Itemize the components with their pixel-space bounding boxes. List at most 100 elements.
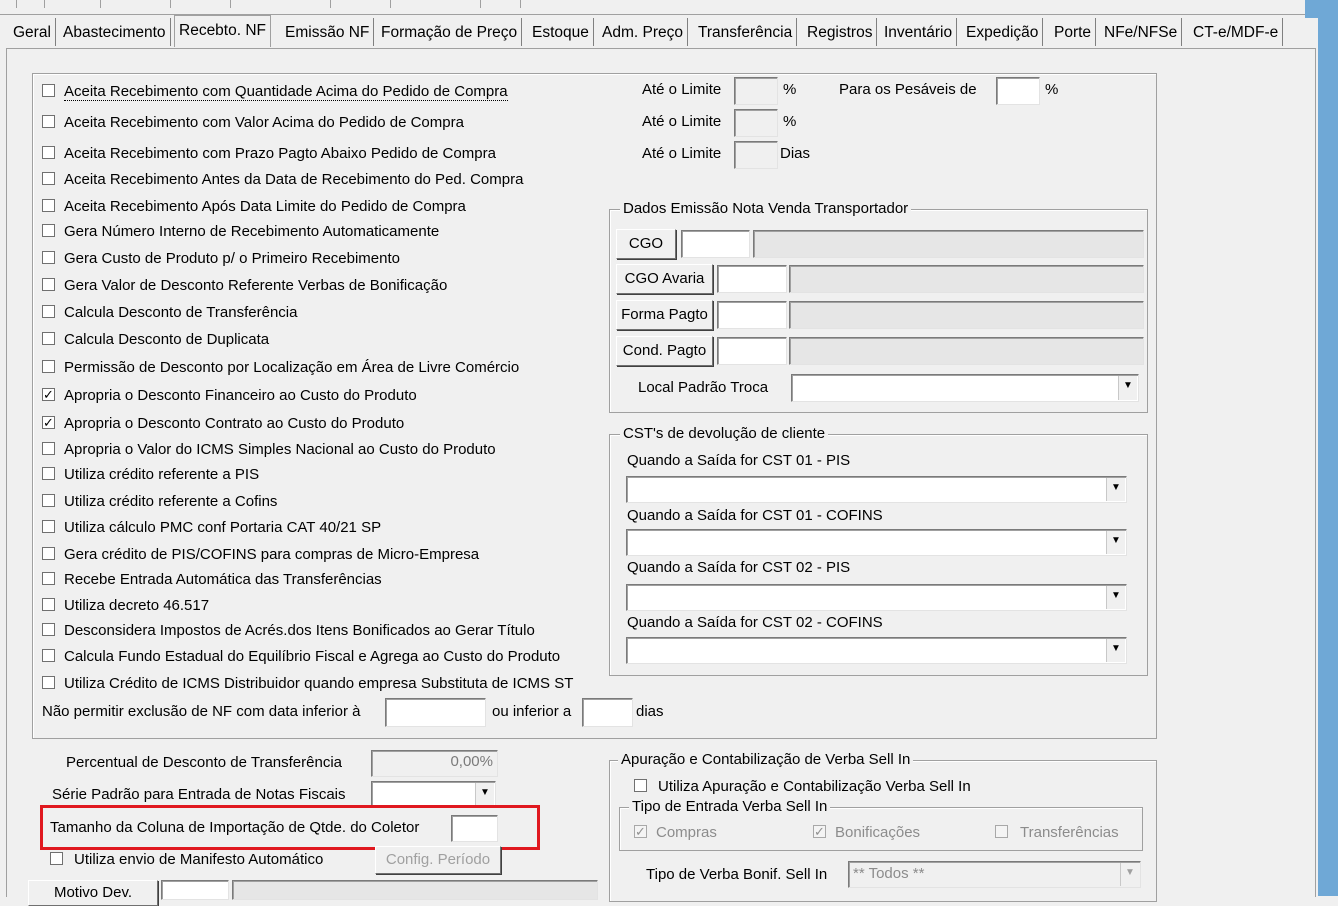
checkbox-box[interactable] xyxy=(42,171,55,185)
option-checkbox[interactable]: Calcula Desconto de Transferência xyxy=(42,303,297,323)
chevron-down-icon[interactable]: ▼ xyxy=(1120,863,1139,886)
chevron-down-icon[interactable]: ▼ xyxy=(1106,531,1125,554)
cst-cofins02-combo[interactable]: ▼ xyxy=(626,637,1127,664)
tab-transferencia[interactable]: Transferência xyxy=(694,18,798,46)
checkbox-box[interactable] xyxy=(42,304,55,318)
option-checkbox[interactable]: Desconsidera Impostos de Acrés.dos Itens… xyxy=(42,621,535,641)
forma-pagto-button[interactable]: Forma Pagto xyxy=(616,300,713,330)
option-checkbox[interactable]: Apropria o Valor do ICMS Simples Naciona… xyxy=(42,440,496,460)
transferencias-checkbox[interactable]: Transferências xyxy=(995,823,1119,843)
tab-adm-preco[interactable]: Adm. Preço xyxy=(598,18,688,46)
compras-checkbox[interactable]: ✓ Compras xyxy=(634,823,717,843)
checkbox-box[interactable] xyxy=(42,277,55,291)
checkbox-box[interactable] xyxy=(42,223,55,237)
tab-expedicao[interactable]: Expedição xyxy=(962,18,1044,46)
checkbox-box[interactable] xyxy=(42,597,55,611)
pesaveis-input[interactable] xyxy=(996,77,1040,105)
cgo-avaria-input[interactable] xyxy=(717,265,787,293)
motivo-dev-button[interactable]: Motivo Dev. xyxy=(28,880,158,906)
option-checkbox[interactable]: Aceita Recebimento com Quantidade Acima … xyxy=(42,82,508,102)
option-checkbox[interactable]: Calcula Desconto de Duplicata xyxy=(42,330,269,350)
checkbox-box[interactable] xyxy=(42,622,55,636)
limit-value-input[interactable] xyxy=(734,109,778,137)
tab-registros[interactable]: Registros xyxy=(803,18,878,46)
checkbox-box[interactable] xyxy=(42,441,55,455)
option-checkbox[interactable]: Utiliza decreto 46.517 xyxy=(42,596,209,616)
option-checkbox[interactable]: Gera Custo de Produto p/ o Primeiro Rece… xyxy=(42,249,400,269)
cgo-avaria-button[interactable]: CGO Avaria xyxy=(616,264,713,294)
chevron-down-icon[interactable]: ▼ xyxy=(1118,376,1137,400)
manifesto-checkbox[interactable]: Utiliza envio de Manifesto Automático xyxy=(50,850,323,870)
cond-pagto-input[interactable] xyxy=(717,337,787,365)
checkbox-box[interactable] xyxy=(995,824,1008,838)
checkbox-box[interactable] xyxy=(42,331,55,345)
tipo-verba-combo[interactable]: ** Todos ** ▼ xyxy=(848,861,1141,888)
checkbox-box[interactable] xyxy=(42,83,55,97)
chevron-down-icon[interactable]: ▼ xyxy=(475,783,494,805)
tab-emissao-nf[interactable]: Emissão NF xyxy=(281,18,375,46)
checkbox-box[interactable] xyxy=(42,675,55,689)
option-checkbox[interactable]: Aceita Recebimento Após Data Limite do P… xyxy=(42,197,466,217)
limit-qty-input[interactable] xyxy=(734,77,778,105)
option-checkbox[interactable]: Recebe Entrada Automática das Transferên… xyxy=(42,570,382,590)
checkbox-box[interactable] xyxy=(42,198,55,212)
cst-cofins01-combo[interactable]: ▼ xyxy=(626,529,1127,556)
option-checkbox[interactable]: Aceita Recebimento com Prazo Pagto Abaix… xyxy=(42,144,496,164)
option-checkbox[interactable]: Utiliza crédito referente a PIS xyxy=(42,465,259,485)
checkbox-box[interactable] xyxy=(42,493,55,507)
checkbox-box[interactable] xyxy=(50,851,63,865)
forma-pagto-input[interactable] xyxy=(717,301,787,329)
check-icon[interactable]: ✓ xyxy=(634,824,647,838)
limit-days-input[interactable] xyxy=(734,141,778,169)
option-checkbox[interactable]: Utiliza cálculo PMC conf Portaria CAT 40… xyxy=(42,518,381,538)
check-icon[interactable]: ✓ xyxy=(813,824,826,838)
tab-abastecimento[interactable]: Abastecimento xyxy=(59,18,171,46)
option-checkbox[interactable]: Permissão de Desconto por Localização em… xyxy=(42,358,519,378)
cond-pagto-button[interactable]: Cond. Pagto xyxy=(616,336,713,366)
checkbox-box[interactable] xyxy=(42,519,55,533)
sellin-utiliza-checkbox[interactable]: Utiliza Apuração e Contabilização Verba … xyxy=(634,777,971,797)
option-checkbox[interactable]: Utiliza crédito referente a Cofins xyxy=(42,492,277,512)
tab-geral[interactable]: Geral xyxy=(9,18,56,46)
option-checkbox[interactable]: ✓ Apropria o Desconto Financeiro ao Custo… xyxy=(42,386,417,406)
tab-porte[interactable]: Porte xyxy=(1050,18,1097,46)
checkbox-box[interactable] xyxy=(42,250,55,264)
bonificacoes-checkbox[interactable]: ✓ Bonificações xyxy=(813,823,920,843)
option-checkbox[interactable]: Utiliza Crédito de ICMS Distribuidor qua… xyxy=(42,674,573,694)
cst-pis02-combo[interactable]: ▼ xyxy=(626,584,1127,611)
exclusao-date-input[interactable] xyxy=(385,698,486,727)
option-checkbox[interactable]: Gera Número Interno de Recebimento Autom… xyxy=(42,222,439,242)
config-periodo-button[interactable]: Config. Período xyxy=(375,846,501,874)
check-icon[interactable]: ✓ xyxy=(42,415,55,429)
motivo-dev-input[interactable] xyxy=(161,880,229,900)
tab-recebto-nf[interactable]: Recebto. NF xyxy=(174,15,272,47)
checkbox-box[interactable] xyxy=(42,571,55,585)
checkbox-box[interactable] xyxy=(42,145,55,159)
checkbox-box[interactable] xyxy=(42,546,55,560)
option-checkbox[interactable]: ✓ Apropria o Desconto Contrato ao Custo d… xyxy=(42,414,404,434)
option-checkbox[interactable]: Calcula Fundo Estadual do Equilíbrio Fis… xyxy=(42,647,560,667)
check-icon[interactable]: ✓ xyxy=(42,387,55,401)
chevron-down-icon[interactable]: ▼ xyxy=(1106,586,1125,609)
serie-combo[interactable]: ▼ xyxy=(371,781,496,807)
tab-nfe-nfse[interactable]: NFe/NFSe xyxy=(1100,18,1183,46)
tab-estoque[interactable]: Estoque xyxy=(528,18,594,46)
exclusao-days-input[interactable] xyxy=(582,698,633,727)
chevron-down-icon[interactable]: ▼ xyxy=(1106,478,1125,501)
option-checkbox[interactable]: Gera crédito de PIS/COFINS para compras … xyxy=(42,545,479,565)
tab-cte-mdfe[interactable]: CT-e/MDF-e xyxy=(1189,18,1284,46)
local-troca-combo[interactable]: ▼ xyxy=(791,374,1139,402)
checkbox-box[interactable] xyxy=(42,114,55,128)
option-checkbox[interactable]: Gera Valor de Desconto Referente Verbas … xyxy=(42,276,447,296)
cst-pis01-combo[interactable]: ▼ xyxy=(626,476,1127,503)
checkbox-box[interactable] xyxy=(634,778,647,792)
cgo-button[interactable]: CGO xyxy=(616,229,676,259)
tab-inventario[interactable]: Inventário xyxy=(880,18,958,46)
chevron-down-icon[interactable]: ▼ xyxy=(1106,639,1125,662)
tab-formacao-preco[interactable]: Formação de Preço xyxy=(377,18,523,46)
perc-desc-input[interactable]: 0,00% xyxy=(371,750,498,777)
cgo-code-input[interactable] xyxy=(681,230,750,258)
option-checkbox[interactable]: Aceita Recebimento Antes da Data de Rece… xyxy=(42,170,523,190)
checkbox-box[interactable] xyxy=(42,648,55,662)
option-checkbox[interactable]: Aceita Recebimento com Valor Acima do Pe… xyxy=(42,113,464,133)
